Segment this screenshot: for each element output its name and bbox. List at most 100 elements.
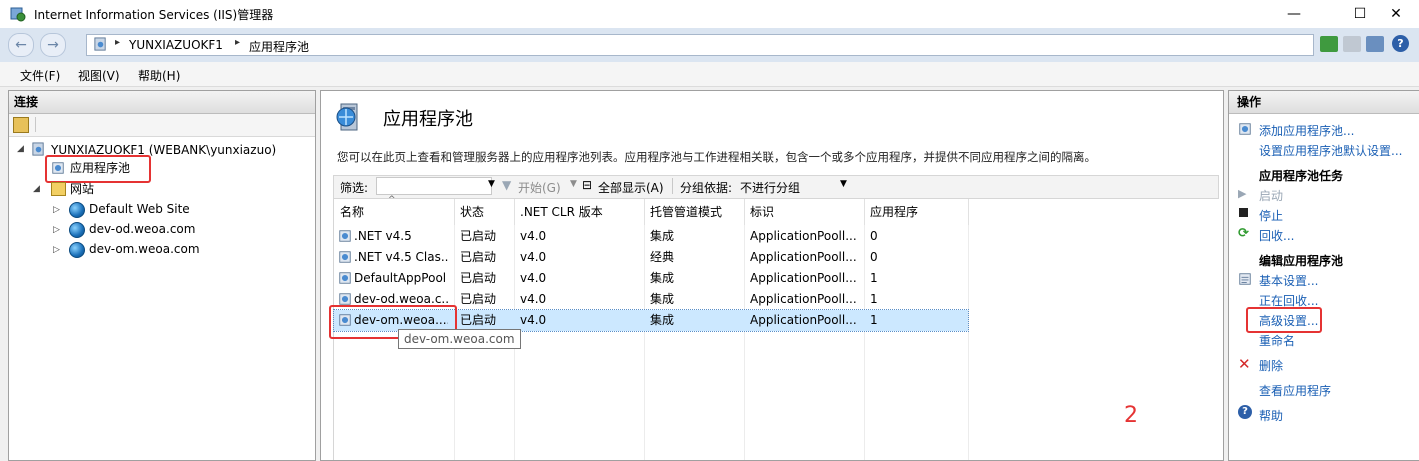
help-icon: ? xyxy=(1238,405,1252,419)
column-header-applications[interactable]: 应用程序 xyxy=(864,199,969,225)
collapse-sites-icon[interactable]: ◢ xyxy=(33,184,40,194)
start-dropdown-icon[interactable]: ▼ xyxy=(570,179,577,189)
start-icon: ▶ xyxy=(1238,187,1247,200)
filter-label: 筛选: xyxy=(340,181,369,195)
table-row[interactable]: .NET v4.5 Clas... 已启动 v4.0 经典 ApplicationPoo… xyxy=(334,247,968,268)
table-cell: v4.0 xyxy=(520,250,547,264)
table-row[interactable]: .NET v4.5 已启动 v4.0 集成 ApplicationPooll... 0 xyxy=(334,226,968,247)
name-tooltip: dev-om.weoa.com xyxy=(398,329,521,349)
filter-toolbar: 筛选: ▼ ▼ 开始(G) ▼ ⊟ 全部显示(A) 分组依据: 不进行分组 ▼ xyxy=(333,175,1219,199)
menu-view[interactable]: 视图(V) xyxy=(78,67,120,84)
show-all-icon: ⊟ xyxy=(582,178,593,192)
stop-pool-link[interactable]: 停止 xyxy=(1259,207,1283,224)
forward-button[interactable]: → xyxy=(40,33,66,57)
table-cell: ApplicationPooll... xyxy=(750,271,857,285)
table-cell: .NET v4.5 xyxy=(354,229,412,243)
tree-sites[interactable]: 网站 xyxy=(70,181,94,197)
table-row[interactable]: DefaultAppPool 已启动 v4.0 集成 ApplicationPooll.… xyxy=(334,268,968,289)
connections-header: 连接 xyxy=(9,91,315,114)
advanced-settings-link[interactable]: 高级设置... xyxy=(1259,312,1318,329)
server-icon xyxy=(94,37,106,51)
group-by-label: 分组依据: xyxy=(680,181,733,195)
collapse-server-icon[interactable]: ◢ xyxy=(17,144,24,154)
set-pool-defaults-link[interactable]: 设置应用程序池默认设置... xyxy=(1259,142,1402,159)
application-pools-panel: 应用程序池 您可以在此页上查看和管理服务器上的应用程序池列表。应用程序池与工作进… xyxy=(320,90,1224,461)
expand-site-icon[interactable]: ▷ xyxy=(53,205,60,215)
home-icon[interactable] xyxy=(1366,36,1384,52)
table-cell: 已启动 xyxy=(460,292,497,306)
start-filter-button[interactable]: 开始(G) xyxy=(518,179,561,196)
help-link[interactable]: 帮助 xyxy=(1259,407,1283,424)
column-header-identity[interactable]: 标识 xyxy=(744,199,865,225)
basic-settings-icon xyxy=(1239,273,1251,285)
table-cell: ApplicationPooll... xyxy=(750,292,857,306)
refresh-icon[interactable] xyxy=(1320,36,1338,52)
help-icon[interactable]: ? xyxy=(1392,35,1409,52)
annotation-number: 2 xyxy=(1124,403,1138,428)
table-cell: v4.0 xyxy=(520,313,547,327)
add-app-pool-link[interactable]: 添加应用程序池... xyxy=(1259,122,1354,139)
breadcrumb-server[interactable]: YUNXIAZUOKF1 xyxy=(129,38,223,52)
table-cell: 集成 xyxy=(650,229,675,243)
forward-arrow-icon: → xyxy=(47,37,59,53)
breadcrumb-separator: ▸ xyxy=(115,37,121,48)
column-header-pipeline[interactable]: 托管管道模式 xyxy=(644,199,745,225)
column-header-clr[interactable]: .NET CLR 版本 xyxy=(514,199,645,225)
menu-file[interactable]: 文件(F) xyxy=(20,67,60,84)
tree-site-default[interactable]: Default Web Site xyxy=(89,201,190,217)
stop-icon xyxy=(1239,208,1248,217)
website-globe-icon xyxy=(69,202,85,218)
recycle-pool-link[interactable]: 回收... xyxy=(1259,227,1294,244)
funnel-icon: ▼ xyxy=(502,178,512,192)
connect-icon[interactable] xyxy=(13,117,29,133)
table-cell: v4.0 xyxy=(520,229,547,243)
show-all-button[interactable]: 全部显示(A) xyxy=(598,179,664,196)
column-header-status[interactable]: 状态 xyxy=(454,199,515,225)
sites-folder-icon xyxy=(51,182,66,196)
pool-tasks-header: 应用程序池任务 xyxy=(1259,169,1344,183)
filter-input[interactable] xyxy=(376,177,492,195)
rename-link[interactable]: 重命名 xyxy=(1259,332,1295,349)
basic-settings-link[interactable]: 基本设置... xyxy=(1259,272,1318,289)
app-pools-feature-icon xyxy=(336,103,358,131)
menu-bar: 文件(F) 视图(V) 帮助(H) xyxy=(0,62,1419,87)
expand-site-icon[interactable]: ▷ xyxy=(53,225,60,235)
filter-dropdown-icon[interactable]: ▼ xyxy=(488,179,495,189)
stop-icon[interactable] xyxy=(1343,36,1361,52)
table-cell: ApplicationPooll... xyxy=(750,250,857,264)
view-applications-link[interactable]: 查看应用程序 xyxy=(1259,382,1331,399)
group-by-select[interactable]: 不进行分组 xyxy=(740,179,800,196)
tree-app-pools[interactable]: 应用程序池 xyxy=(70,160,130,176)
window-title: Internet Information Services (IIS)管理器 xyxy=(34,8,274,22)
connections-panel: 连接 ◢ YUNXIAZUOKF1 (WEBANK\yunxiazuo) 应用程… xyxy=(8,90,316,461)
sort-ascending-icon: ^ xyxy=(388,195,396,205)
tree-site-dev-om[interactable]: dev-om.weoa.com xyxy=(89,241,200,257)
breadcrumb-app-pools[interactable]: 应用程序池 xyxy=(249,38,309,55)
tree-site-dev-od[interactable]: dev-od.weoa.com xyxy=(89,221,195,237)
table-cell: DefaultAppPool xyxy=(354,271,447,285)
menu-help[interactable]: 帮助(H) xyxy=(138,67,180,84)
start-pool-link[interactable]: 启动 xyxy=(1259,187,1283,204)
edit-pool-header: 编辑应用程序池 xyxy=(1259,254,1344,268)
table-cell: 1 xyxy=(870,271,878,285)
table-cell: .NET v4.5 Clas... xyxy=(354,250,448,264)
recycle-icon: ⟳ xyxy=(1238,226,1249,241)
grid-rows: .NET v4.5 已启动 v4.0 集成 ApplicationPooll... 0 .N… xyxy=(333,226,1218,336)
table-cell: 集成 xyxy=(650,313,675,327)
table-cell: ApplicationPooll... xyxy=(750,229,857,243)
delete-icon: ✕ xyxy=(1238,355,1251,373)
table-cell: 集成 xyxy=(650,271,675,285)
group-by-dropdown-icon[interactable]: ▼ xyxy=(840,179,847,189)
address-bar[interactable]: ▸ YUNXIAZUOKF1 ▸ 应用程序池 xyxy=(86,34,1314,56)
page-description: 您可以在此页上查看和管理服务器上的应用程序池列表。应用程序池与工作进程相关联，包… xyxy=(337,150,1096,164)
breadcrumb-separator: ▸ xyxy=(235,37,241,48)
close-button[interactable]: ✕ xyxy=(1373,0,1419,28)
actions-panel: 操作 添加应用程序池... 设置应用程序池默认设置... 应用程序池任务 ▶ 启… xyxy=(1228,90,1419,461)
page-title: 应用程序池 xyxy=(383,109,473,130)
expand-site-icon[interactable]: ▷ xyxy=(53,245,60,255)
add-pool-icon xyxy=(1239,123,1251,135)
back-button[interactable]: ← xyxy=(8,33,34,57)
minimize-button[interactable]: — xyxy=(1271,0,1317,28)
delete-pool-link[interactable]: 删除 xyxy=(1259,357,1283,374)
toolbar-divider xyxy=(35,117,36,132)
